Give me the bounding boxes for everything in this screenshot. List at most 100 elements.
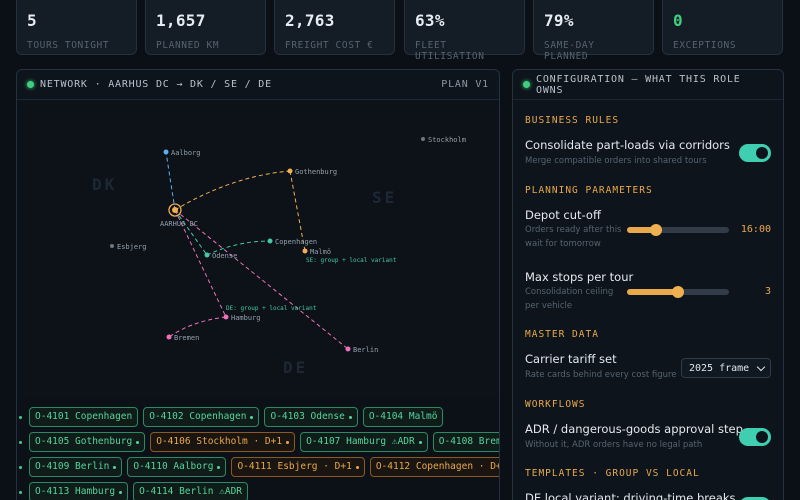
order-chip-label: O-4106 Stockholm · D+1 xyxy=(156,436,283,447)
country-label-se: SE xyxy=(372,188,397,207)
depot-core xyxy=(172,207,178,213)
city-marker-esbjerg[interactable] xyxy=(110,244,114,248)
order-chip[interactable]: O-4104 Malmö xyxy=(362,407,444,427)
kpi-same-day-planned: 79% SAME-DAY PLANNED xyxy=(533,0,654,62)
order-chip-label: O-4111 Esbjerg · D+1 xyxy=(237,461,352,472)
network-panel-header: NETWORK · AARHUS DC → DK / SE / DE PLAN … xyxy=(17,70,499,100)
kpi-planned-km: 1,657 PLANNED KM xyxy=(145,0,266,55)
city-marker-malmo[interactable] xyxy=(302,248,308,254)
order-chip[interactable]: O-4114 Berlin ⚠ADR xyxy=(133,482,249,500)
order-chip[interactable]: O-4103 Odense xyxy=(264,407,358,427)
configuration-panel: CONFIGURATION — WHAT THIS ROLE OWNS BUSI… xyxy=(512,69,784,500)
cutoff-sub: Orders ready after this wait for tomorro… xyxy=(525,225,622,249)
max-stops-title: Max stops per tour xyxy=(525,270,634,284)
city-marker-berlin[interactable] xyxy=(345,346,351,352)
kpi-value: 0 xyxy=(673,11,683,30)
chip-dot-icon xyxy=(136,440,140,444)
max-stops-slider-fill xyxy=(627,289,678,295)
chip-dot-icon xyxy=(348,415,352,419)
cutoff-slider-knob[interactable] xyxy=(649,224,662,236)
chip-dot-icon xyxy=(113,465,117,469)
kpi-exceptions: 0 EXCEPTIONS xyxy=(662,0,783,55)
city-label-bremen: Bremen xyxy=(174,334,199,342)
network-title: NETWORK · AARHUS DC → DK / SE / DE xyxy=(40,79,272,90)
route-aalborg[interactable] xyxy=(165,151,176,211)
city-label-malmo: Malmö xyxy=(310,248,331,256)
status-dot-icon xyxy=(27,81,34,88)
order-chip[interactable]: O-4112 Copenhagen · D+1 xyxy=(369,457,500,477)
country-label-dk: DK xyxy=(92,175,117,194)
city-label-esbjerg: Esbjerg xyxy=(117,243,147,251)
max-stops-sub: Consolidation ceiling per vehicle xyxy=(525,287,614,311)
consolidate-sub: Merge compatible orders into shared tour… xyxy=(525,156,707,166)
city-marker-stockholm[interactable] xyxy=(421,137,425,141)
kpi-label: FLEET UTILISATION xyxy=(415,40,485,62)
kpi-value: 2,763 xyxy=(285,11,335,30)
order-chip[interactable]: O-4108 Bremen xyxy=(432,432,499,452)
kpi-label: TOURS TONIGHT xyxy=(27,40,110,51)
order-row: O-4101 Copenhagen O-4102 Copenhagen O-41… xyxy=(17,405,499,429)
order-chip[interactable]: O-4110 Aalborg xyxy=(127,457,227,477)
network-map[interactable]: DK SE DE AARHUS DC Aalborg Gothenburg St… xyxy=(17,101,499,398)
order-row: O-4113 Hamburg O-4114 Berlin ⚠ADR xyxy=(17,480,499,500)
order-chip-label: O-4107 Hamburg ⚠ADR xyxy=(306,436,415,447)
max-stops-slider-knob[interactable] xyxy=(672,286,684,298)
city-marker-bremen[interactable] xyxy=(166,334,172,340)
chip-dot-icon xyxy=(355,465,359,469)
order-chip[interactable]: O-4102 Copenhagen xyxy=(143,407,260,427)
city-label-hamburg: Hamburg xyxy=(231,314,261,322)
chevron-down-icon xyxy=(756,362,766,372)
city-label-stockholm: Stockholm xyxy=(428,136,466,144)
order-chip[interactable]: O-4109 Berlin xyxy=(29,457,123,477)
order-chip[interactable]: O-4107 Hamburg ⚠ADR xyxy=(300,432,428,452)
consolidate-toggle[interactable] xyxy=(739,144,771,162)
chip-dot-icon xyxy=(250,415,254,419)
cutoff-slider[interactable] xyxy=(627,224,729,236)
cutoff-title: Depot cut-off xyxy=(525,208,601,222)
section-business-rules: BUSINESS RULES xyxy=(525,115,620,126)
max-stops-slider[interactable] xyxy=(627,286,729,298)
route-berlin[interactable] xyxy=(174,209,349,350)
city-marker-hamburg[interactable] xyxy=(223,314,229,320)
route-odense[interactable] xyxy=(174,209,208,256)
city-marker-aalborg[interactable] xyxy=(163,149,169,155)
kpi-label: EXCEPTIONS xyxy=(673,40,737,51)
order-chip[interactable]: O-4106 Stockholm · D+1 xyxy=(150,432,296,452)
tariff-select[interactable]: 2025 frame xyxy=(681,358,771,378)
depot-label: AARHUS DC xyxy=(160,220,198,228)
configuration-title: CONFIGURATION — WHAT THIS ROLE OWNS xyxy=(536,73,741,96)
section-workflows: WORKFLOWS xyxy=(525,399,586,410)
order-chip-label: O-4108 Bremen xyxy=(438,436,499,447)
order-chip-label: O-4109 Berlin xyxy=(35,461,110,472)
max-stops-value: 3 xyxy=(764,286,771,297)
city-marker-gothenburg[interactable] xyxy=(287,168,293,174)
order-chip-label: O-4102 Copenhagen xyxy=(149,411,247,422)
city-marker-copenhagen[interactable] xyxy=(267,238,273,244)
order-chip[interactable]: O-4113 Hamburg xyxy=(29,482,129,500)
order-chip-label: O-4110 Aalborg xyxy=(133,461,214,472)
order-chip[interactable]: O-4111 Esbjerg · D+1 xyxy=(231,457,365,477)
city-label-gothenburg: Gothenburg xyxy=(295,168,337,176)
tariff-select-value: 2025 frame xyxy=(689,362,750,374)
kpi-tours-tonight: 5 TOURS TONIGHT xyxy=(16,0,137,55)
kpi-value: 79% xyxy=(544,11,574,30)
order-chip-label: O-4103 Odense xyxy=(270,411,345,422)
kpi-label: PLANNED KM xyxy=(156,40,220,51)
order-chip[interactable]: O-4101 Copenhagen xyxy=(29,407,139,427)
kpi-value: 1,657 xyxy=(156,11,206,30)
configuration-panel-header: CONFIGURATION — WHAT THIS ROLE OWNS xyxy=(513,70,783,100)
order-chip[interactable]: O-4105 Gothenburg xyxy=(29,432,146,452)
route-gothenburg[interactable] xyxy=(174,170,291,211)
tariff-sub: Rate cards behind every cost figure xyxy=(525,370,677,380)
order-chip-label: O-4113 Hamburg xyxy=(35,486,116,497)
city-label-aalborg: Aalborg xyxy=(171,149,201,157)
country-label-de: DE xyxy=(283,358,308,377)
city-marker-odense[interactable] xyxy=(204,252,210,258)
row-bullet-icon xyxy=(19,440,22,444)
chip-dot-icon xyxy=(119,490,123,494)
adr-title: ADR / dangerous-goods approval step xyxy=(525,422,743,436)
order-chip-label: O-4114 Berlin ⚠ADR xyxy=(139,486,243,497)
order-chip-label: O-4112 Copenhagen · D+1 xyxy=(375,461,500,472)
plan-version-tag: PLAN V1 xyxy=(441,79,489,90)
adr-toggle[interactable] xyxy=(739,428,771,446)
